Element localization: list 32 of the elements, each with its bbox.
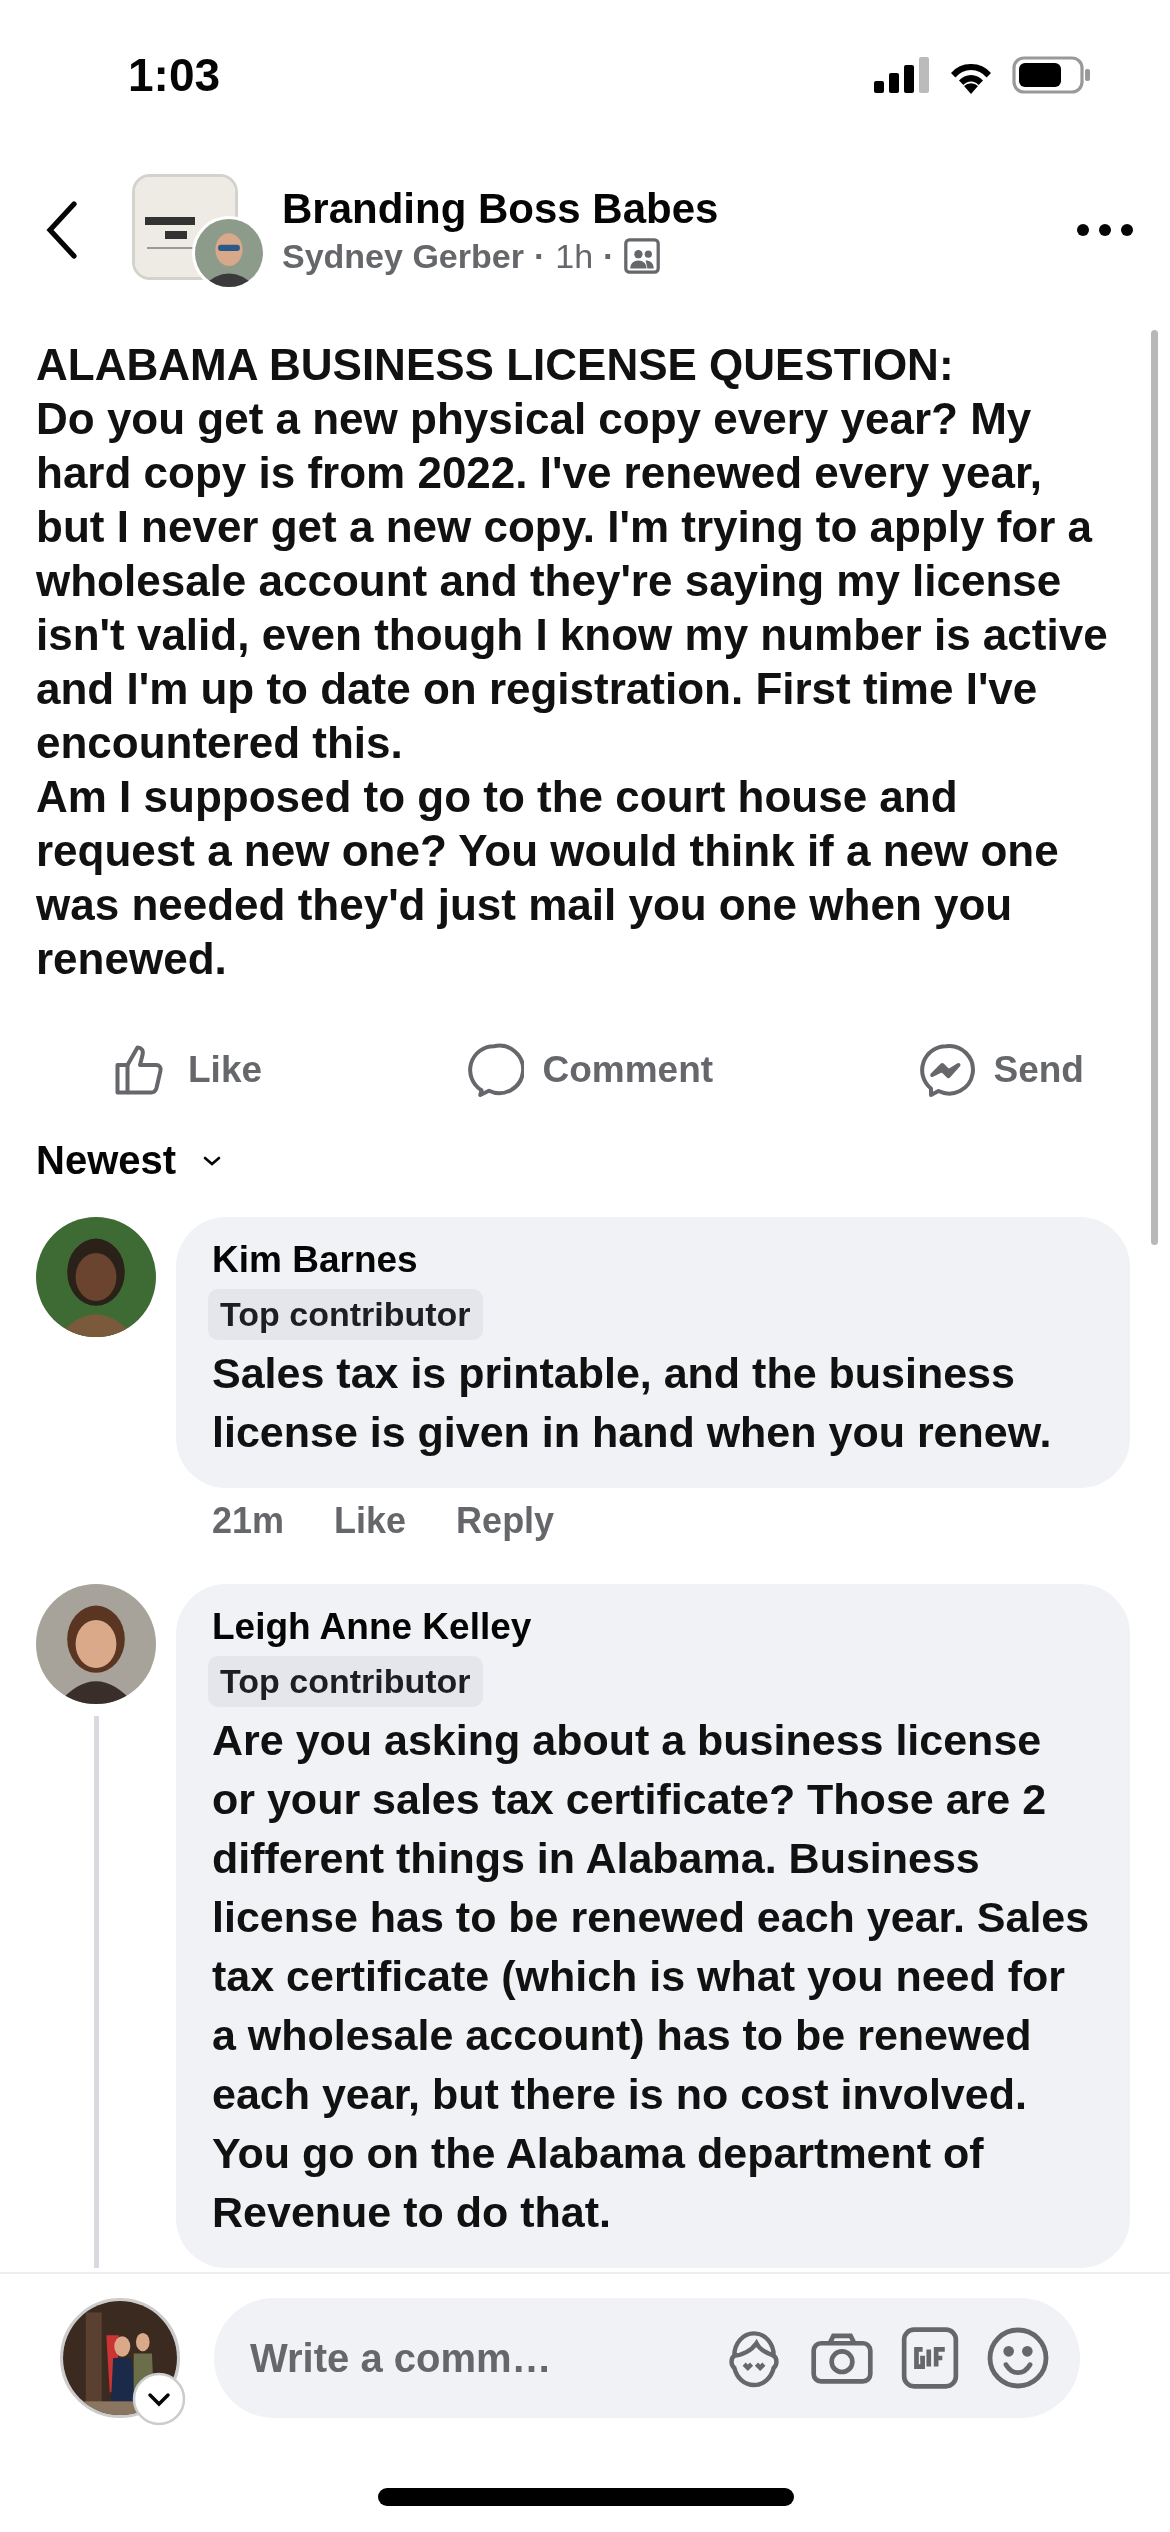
sort-dropdown[interactable]: Newest [0, 1138, 223, 1183]
status-time: 1:03 [128, 48, 221, 102]
comment-text: Sales tax is printable, and the business license is given in hand when you renew. [212, 1348, 1053, 1458]
more-options-icon[interactable] [1076, 223, 1134, 237]
gif-icon[interactable] [900, 2326, 960, 2390]
comment-time: 21m [212, 1500, 285, 1542]
comment-text: Are you asking about a business license or your sales tax certificate? Those are 2 different things in Alabama. Business license has to be renewed each year. Sales tax certificate (which is what you need for a wholesale account) has to be renewed each year, but there is no cost involved. You go on the Alabama department of Revenue to do that. [212, 1715, 1091, 2238]
like-button[interactable]: Like [110, 1039, 263, 1101]
emoji-icon[interactable] [986, 2326, 1050, 2390]
battery-icon [1012, 56, 1092, 94]
separator-dot: · [533, 236, 546, 276]
comment-input-field[interactable]: Write a comm… [250, 2335, 698, 2381]
group-name[interactable]: Branding Boss Babes [282, 184, 1076, 233]
chevron-down-icon[interactable] [132, 2372, 186, 2426]
back-button[interactable] [44, 200, 80, 260]
group-audience-icon [624, 238, 661, 274]
signal-icon [874, 57, 930, 93]
commenter-name[interactable]: Kim Barnes [212, 1239, 418, 1281]
commenter-name[interactable]: Leigh Anne Kelley [212, 1606, 532, 1648]
contributor-badge: Top contributor [208, 1289, 483, 1340]
post-time: 1h [555, 236, 594, 276]
post-text: Am I supposed to go to the court house and request a new one? You would think if a new one was needed they'd just mail you one when you renewed. [36, 771, 1060, 985]
contributor-badge: Top contributor [208, 1656, 483, 1707]
send-button[interactable]: Send [915, 1039, 1084, 1101]
separator-dot: · [603, 236, 615, 276]
post-text: ALABAMA BUSINESS LICENSE QUESTION: [36, 339, 955, 391]
comment-button[interactable]: Comment [464, 1039, 714, 1101]
comment-action-link[interactable]: Reply [456, 1500, 555, 1542]
comment-action-link[interactable]: Like [334, 1500, 407, 1542]
post-text: Do you get a new physical copy every year? My hard copy is from 2022. I've renewed every year, but I never get a new copy. I'm trying to apply for a wholesale account and they're saying my license isn't valid, even though I know my number is active and I'm up to date on registration. First time I've encountered this. [36, 393, 1109, 769]
author-name[interactable]: Sydney Gerber [282, 236, 524, 276]
chevron-down-icon [202, 1154, 223, 1167]
